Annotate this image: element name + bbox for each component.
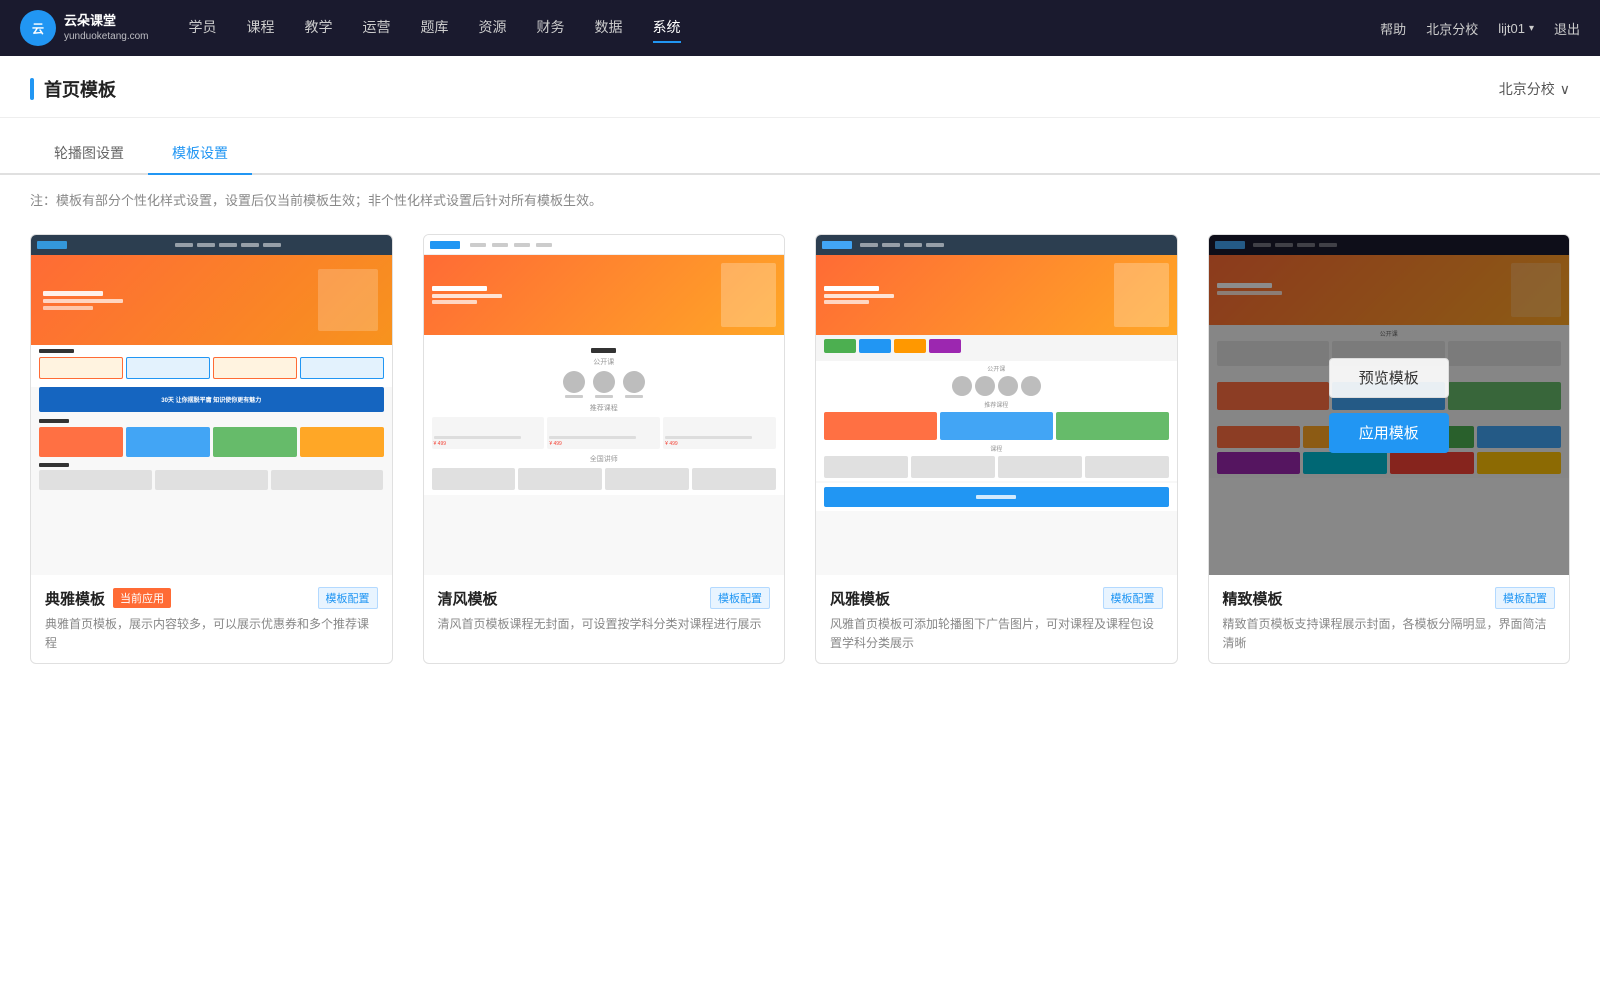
nav-item-resources[interactable]: 资源 — [479, 13, 507, 43]
t3-nav — [852, 243, 1171, 247]
template-config-btn-t1[interactable]: 模板配置 — [318, 587, 378, 609]
template-name-row-t1: 典雅模板 当前应用 模板配置 — [45, 587, 378, 609]
brand-logo-area: 云 云朵课堂 yunduoketang.com — [20, 10, 149, 46]
t2-nav — [460, 243, 779, 247]
branch-name: 北京分校 — [1499, 79, 1555, 99]
template-current-badge-t1: 当前应用 — [113, 588, 171, 608]
nav-item-questions[interactable]: 题库 — [421, 13, 449, 43]
template-card-t1: 30天 让你摆脱平庸 知识使你更有魅力 — [30, 234, 393, 664]
template-footer-t2: 清风模板 模板配置 清风首页模板课程无封面，可设置按学科分类对课程进行展示 — [424, 575, 785, 644]
template-card-t2: 公开课 — [423, 234, 786, 664]
nav-item-teach[interactable]: 教学 — [305, 13, 333, 43]
help-link[interactable]: 帮助 — [1380, 19, 1406, 38]
config-btn-wrapper-t1: 模板配置 — [310, 587, 378, 609]
nav-item-system[interactable]: 系统 — [653, 13, 681, 43]
brand-name: 云朵课堂 — [64, 13, 149, 30]
template-name-t1: 典雅模板 — [45, 588, 105, 609]
t1-logo — [37, 241, 67, 249]
template-name-t2: 清风模板 — [438, 588, 498, 609]
t2-logo — [430, 241, 460, 249]
tab-template[interactable]: 模板设置 — [148, 133, 252, 175]
template-card-t4: 预览模板 应用模板 — [1208, 234, 1571, 664]
t1-nav — [71, 243, 386, 247]
t2-banner — [424, 255, 785, 335]
note-bar: 注：模板有部分个性化样式设置，设置后仅当前模板生效；非个性化样式设置后针对所有模… — [0, 175, 1600, 224]
template-footer-t1: 典雅模板 当前应用 模板配置 典雅首页模板，展示内容较多，可以展示优惠券和多个推… — [31, 575, 392, 663]
template-desc-t1: 典雅首页模板，展示内容较多，可以展示优惠券和多个推荐课程 — [45, 615, 378, 653]
tab-carousel[interactable]: 轮播图设置 — [30, 133, 148, 175]
t3-header — [816, 235, 1177, 255]
templates-grid: 30天 让你摆脱平庸 知识使你更有魅力 — [0, 224, 1600, 704]
template-overlay-t4: 预览模板 应用模板 — [1209, 235, 1570, 575]
template-card-t3: 公开课 推荐课程 课程 — [815, 234, 1178, 664]
template-preview-t1: 30天 让你摆脱平庸 知识使你更有魅力 — [31, 235, 392, 575]
page-header: 首页模板 北京分校 ∨ — [0, 56, 1600, 118]
template-config-btn-t3[interactable]: 模板配置 — [1103, 587, 1163, 609]
nav-right: 帮助 北京分校 lijt01 ▾ 退出 — [1380, 19, 1580, 38]
nav-item-student[interactable]: 学员 — [189, 13, 217, 43]
template-desc-t3: 风雅首页模板可添加轮播图下广告图片，可对课程及课程包设置学科分类展示 — [830, 615, 1163, 653]
template-name-t4: 精致模板 — [1223, 588, 1283, 609]
branch-selector[interactable]: 北京分校 ∨ — [1499, 79, 1570, 99]
template-preview-t4: 预览模板 应用模板 — [1209, 235, 1570, 575]
user-menu-chevron: ▾ — [1529, 23, 1534, 34]
preview-template-btn[interactable]: 预览模板 — [1329, 358, 1449, 398]
template-config-btn-t2[interactable]: 模板配置 — [710, 587, 770, 609]
brand-logo-icon: 云 — [20, 10, 56, 46]
brand-text: 云朵课堂 yunduoketang.com — [64, 13, 149, 43]
t3-logo — [822, 241, 852, 249]
template-preview-t3: 公开课 推荐课程 课程 — [816, 235, 1177, 575]
page-title-bar — [30, 78, 34, 100]
template-name-badge-row-t1: 典雅模板 当前应用 — [45, 588, 171, 609]
branch-link[interactable]: 北京分校 — [1426, 19, 1478, 38]
page-container: 首页模板 北京分校 ∨ 轮播图设置 模板设置 注：模板有部分个性化样式设置，设置… — [0, 56, 1600, 990]
tabs-container: 轮播图设置 模板设置 — [0, 118, 1600, 175]
page-title: 首页模板 — [44, 76, 116, 102]
nav-item-data[interactable]: 数据 — [595, 13, 623, 43]
user-menu[interactable]: lijt01 ▾ — [1498, 21, 1534, 36]
template-name-row-t4: 精致模板 模板配置 — [1223, 587, 1556, 609]
apply-template-btn[interactable]: 应用模板 — [1329, 413, 1449, 453]
branch-chevron: ∨ — [1560, 81, 1570, 98]
username-label: lijt01 — [1498, 21, 1525, 36]
template-name-t3: 风雅模板 — [830, 588, 890, 609]
brand-url: yunduoketang.com — [64, 30, 149, 43]
nav-links: 学员 课程 教学 运营 题库 资源 财务 数据 系统 — [189, 13, 1381, 43]
nav-item-finance[interactable]: 财务 — [537, 13, 565, 43]
template-footer-t4: 精致模板 模板配置 精致首页模板支持课程展示封面，各模板分隔明显，界面简洁清晰 — [1209, 575, 1570, 663]
t1-header — [31, 235, 392, 255]
navbar: 云 云朵课堂 yunduoketang.com 学员 课程 教学 运营 题库 资… — [0, 0, 1600, 56]
template-config-btn-t4[interactable]: 模板配置 — [1495, 587, 1555, 609]
nav-item-ops[interactable]: 运营 — [363, 13, 391, 43]
template-desc-t4: 精致首页模板支持课程展示封面，各模板分隔明显，界面简洁清晰 — [1223, 615, 1556, 653]
template-preview-t2: 公开课 — [424, 235, 785, 575]
logout-link[interactable]: 退出 — [1554, 19, 1580, 38]
nav-item-course[interactable]: 课程 — [247, 13, 275, 43]
template-desc-t2: 清风首页模板课程无封面，可设置按学科分类对课程进行展示 — [438, 615, 771, 634]
t3-banner — [816, 255, 1177, 335]
template-footer-t3: 风雅模板 模板配置 风雅首页模板可添加轮播图下广告图片，可对课程及课程包设置学科… — [816, 575, 1177, 663]
page-title-wrapper: 首页模板 — [30, 76, 116, 102]
t2-header — [424, 235, 785, 255]
t1-banner — [31, 255, 392, 345]
template-name-row-t3: 风雅模板 模板配置 — [830, 587, 1163, 609]
template-name-row-t2: 清风模板 模板配置 — [438, 587, 771, 609]
